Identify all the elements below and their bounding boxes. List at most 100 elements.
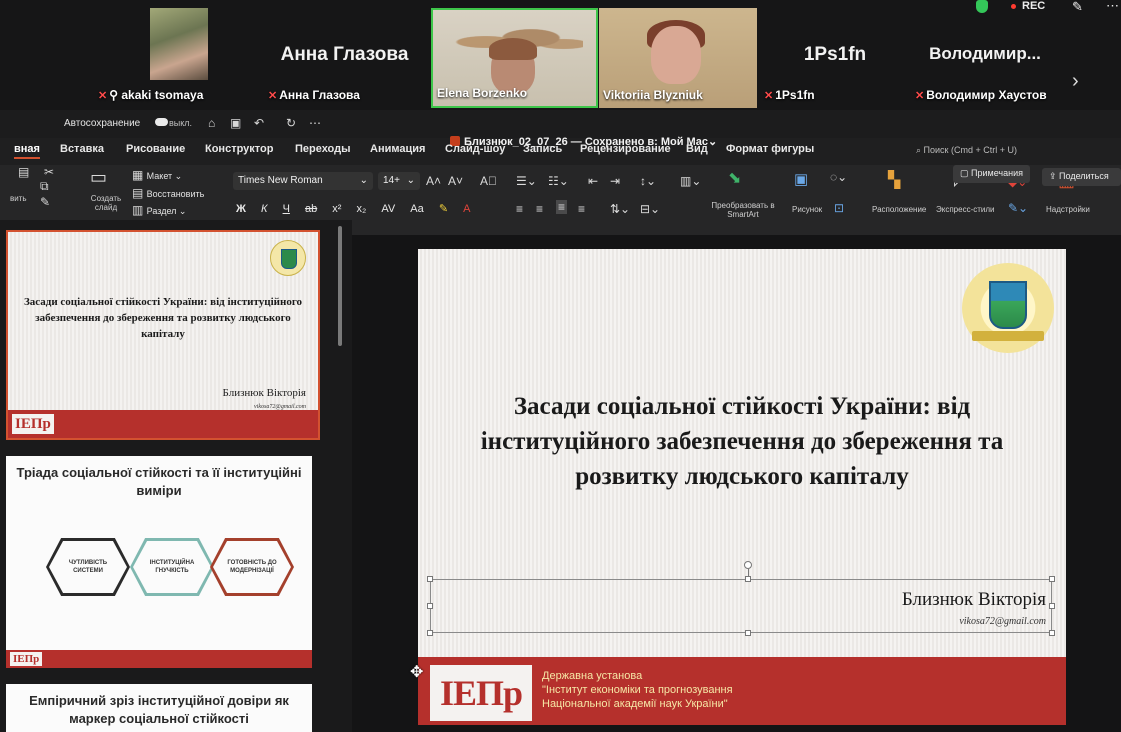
participant-tile[interactable]: Viktoriia Blyzniuk — [599, 8, 757, 108]
shrink-font-icon[interactable]: A˅ — [448, 174, 463, 188]
italic-icon[interactable]: К — [261, 203, 267, 215]
iepr-logo: ІЕПр — [10, 652, 43, 666]
tab-transitions[interactable]: Переходы — [295, 143, 351, 155]
resize-handle[interactable] — [427, 603, 433, 609]
thumbnail-title: Емпіричний зріз інституційної довіри як … — [29, 693, 289, 726]
reset-button[interactable]: ▤ Восстановить — [132, 186, 204, 200]
participant-tile[interactable]: ✕ ⚲ akaki tsomaya — [90, 8, 240, 108]
tab-insert[interactable]: Вставка — [60, 143, 104, 155]
justify-icon[interactable]: ≡ — [578, 202, 585, 216]
thumbnail-scrollbar[interactable] — [338, 226, 342, 346]
slide-thumbnail-3[interactable]: Емпіричний зріз інституційної довіри як … — [6, 684, 312, 732]
undo-icon[interactable]: ↶ — [254, 116, 264, 130]
participant-tile[interactable]: 1Ps1fn ✕ 1Ps1fn — [760, 8, 910, 108]
underline-icon[interactable]: Ч — [283, 203, 290, 215]
arrange-icon[interactable]: ▚ — [888, 170, 900, 190]
tab-draw[interactable]: Рисование — [126, 143, 185, 155]
tab-shape-format[interactable]: Формат фигуры — [726, 143, 814, 155]
smartart-icon[interactable]: ⬊ — [728, 168, 741, 188]
thumbnail-author: Близнюк Вікторія — [222, 387, 306, 399]
font-size-select[interactable]: 14+ ⌄ — [378, 172, 420, 190]
highlight-icon[interactable]: ✎ — [439, 202, 448, 215]
mouse-cursor-icon: ✥ — [410, 664, 424, 681]
redo-icon[interactable]: ↻ — [286, 116, 296, 130]
tab-review[interactable]: Рецензирование — [580, 143, 671, 155]
increase-indent-icon[interactable]: ⇥ — [610, 174, 620, 188]
copy-icon[interactable]: ⧉ — [40, 179, 49, 194]
autosave-label: Автосохранение — [64, 118, 141, 129]
textbox-icon[interactable]: ⊡ — [834, 201, 844, 215]
shapes-icon[interactable]: ◌⌄ — [830, 170, 847, 184]
change-case-icon[interactable]: Aa — [410, 203, 423, 215]
paste-icon[interactable]: ▤ — [18, 165, 29, 179]
cut-icon[interactable]: ✂ — [44, 165, 54, 179]
save-icon[interactable]: ▣ — [230, 116, 241, 130]
character-spacing-icon[interactable]: AV — [381, 203, 395, 215]
tab-view[interactable]: Вид — [686, 143, 708, 155]
tab-home[interactable]: вная — [14, 143, 40, 159]
slide-thumbnail-2[interactable]: Тріада соціальної стійкості та її інстит… — [6, 456, 312, 668]
bullets-icon[interactable]: ☰⌄ — [516, 174, 537, 188]
participant-name: ✕ Анна Глазова — [268, 88, 360, 102]
comments-button[interactable]: ▢ Примечания — [953, 165, 1030, 183]
iepr-logo: ІЕПр — [12, 414, 54, 434]
hexagon-shape: ІНСТИТУЦІЙНА ГНУЧКІСТЬ — [130, 538, 214, 596]
resize-handle[interactable] — [1049, 630, 1055, 636]
participant-tile[interactable]: Володимир... ✕ Володимир Хаустов — [905, 8, 1065, 108]
section-button[interactable]: ▥ Раздел ⌄ — [132, 203, 186, 217]
tab-slideshow[interactable]: Слайд-шоу — [445, 143, 505, 155]
layout-button[interactable]: ▦ Макет ⌄ — [132, 168, 182, 182]
resize-handle[interactable] — [1049, 603, 1055, 609]
picture-icon[interactable]: ▣ — [794, 170, 808, 188]
shape-outline-icon[interactable]: ✎⌄ — [1008, 201, 1028, 215]
align-text-icon[interactable]: ⊟⌄ — [640, 202, 660, 216]
participant-tile-active[interactable]: Elena Borzenko — [431, 8, 598, 108]
resize-handle[interactable] — [745, 576, 751, 582]
slide-thumbnails-panel: Засади соціальної стійкості України: від… — [0, 220, 352, 732]
clear-formatting-icon[interactable]: A⃥ — [480, 174, 497, 188]
columns-icon[interactable]: ▥⌄ — [680, 174, 701, 188]
align-center-icon[interactable]: ≡ — [536, 202, 543, 216]
grow-font-icon[interactable]: A˄ — [426, 174, 441, 188]
align-left-icon[interactable]: ≡ — [516, 202, 523, 216]
tab-animations[interactable]: Анимация — [370, 143, 425, 155]
decrease-indent-icon[interactable]: ⇤ — [588, 174, 598, 188]
superscript-icon[interactable]: x² — [332, 203, 341, 215]
align-right-icon[interactable]: ≡ — [556, 200, 568, 214]
slide-thumbnail-1[interactable]: Засади соціальної стійкості України: від… — [6, 230, 320, 440]
autosave-toggle[interactable] — [155, 118, 168, 126]
resize-handle[interactable] — [427, 630, 433, 636]
line-spacing-icon[interactable]: ↕⌄ — [640, 174, 656, 188]
slide-email[interactable]: vikosa72@gmail.com — [959, 616, 1046, 627]
font-color-icon[interactable]: A — [463, 203, 470, 215]
chevron-right-icon[interactable]: › — [1072, 70, 1079, 93]
more-icon[interactable]: ⋯ — [1106, 0, 1119, 14]
resize-handle[interactable] — [1049, 576, 1055, 582]
resize-handle[interactable] — [427, 576, 433, 582]
bold-icon[interactable]: Ж — [236, 203, 246, 215]
format-painter-icon[interactable]: ✎ — [40, 195, 50, 209]
more-icon[interactable]: ⋯ — [309, 116, 321, 130]
slide-author[interactable]: Близнюк Вікторія — [902, 589, 1046, 611]
institute-name: Державна установа "Інститут економіки та… — [542, 670, 733, 710]
font-name-select[interactable]: Times New Roman ⌄ — [233, 172, 373, 190]
resize-handle[interactable] — [745, 630, 751, 636]
new-slide-icon[interactable]: ▭ — [90, 167, 107, 188]
mic-muted-icon: ✕ — [764, 90, 774, 102]
home-icon[interactable]: ⌂ — [208, 116, 215, 130]
participant-tile[interactable]: Анна Глазова ✕ Анна Глазова — [262, 8, 427, 108]
share-button[interactable]: ⇪ Поделиться — [1042, 168, 1121, 186]
tab-design[interactable]: Конструктор — [205, 143, 273, 155]
search-input[interactable]: ⌕ Поиск (Cmd + Ctrl + U) — [916, 145, 1017, 156]
thumbnail-footer: ІЕПр — [6, 650, 312, 668]
slide-title[interactable]: Засади соціальної стійкості України: від… — [438, 389, 1046, 494]
settings-label: Надстройки — [1046, 205, 1090, 214]
text-direction-icon[interactable]: ⇅⌄ — [610, 202, 630, 216]
strikethrough-icon[interactable]: ab — [305, 203, 317, 215]
numbering-icon[interactable]: ☷⌄ — [548, 174, 569, 188]
subscript-icon[interactable]: x₂ — [357, 203, 367, 215]
annotate-pencil-icon[interactable]: ✎ — [1072, 0, 1083, 15]
current-slide[interactable]: Засади соціальної стійкості України: від… — [418, 249, 1066, 725]
rotate-handle[interactable] — [744, 561, 752, 569]
tab-record[interactable]: Запись — [523, 143, 562, 155]
